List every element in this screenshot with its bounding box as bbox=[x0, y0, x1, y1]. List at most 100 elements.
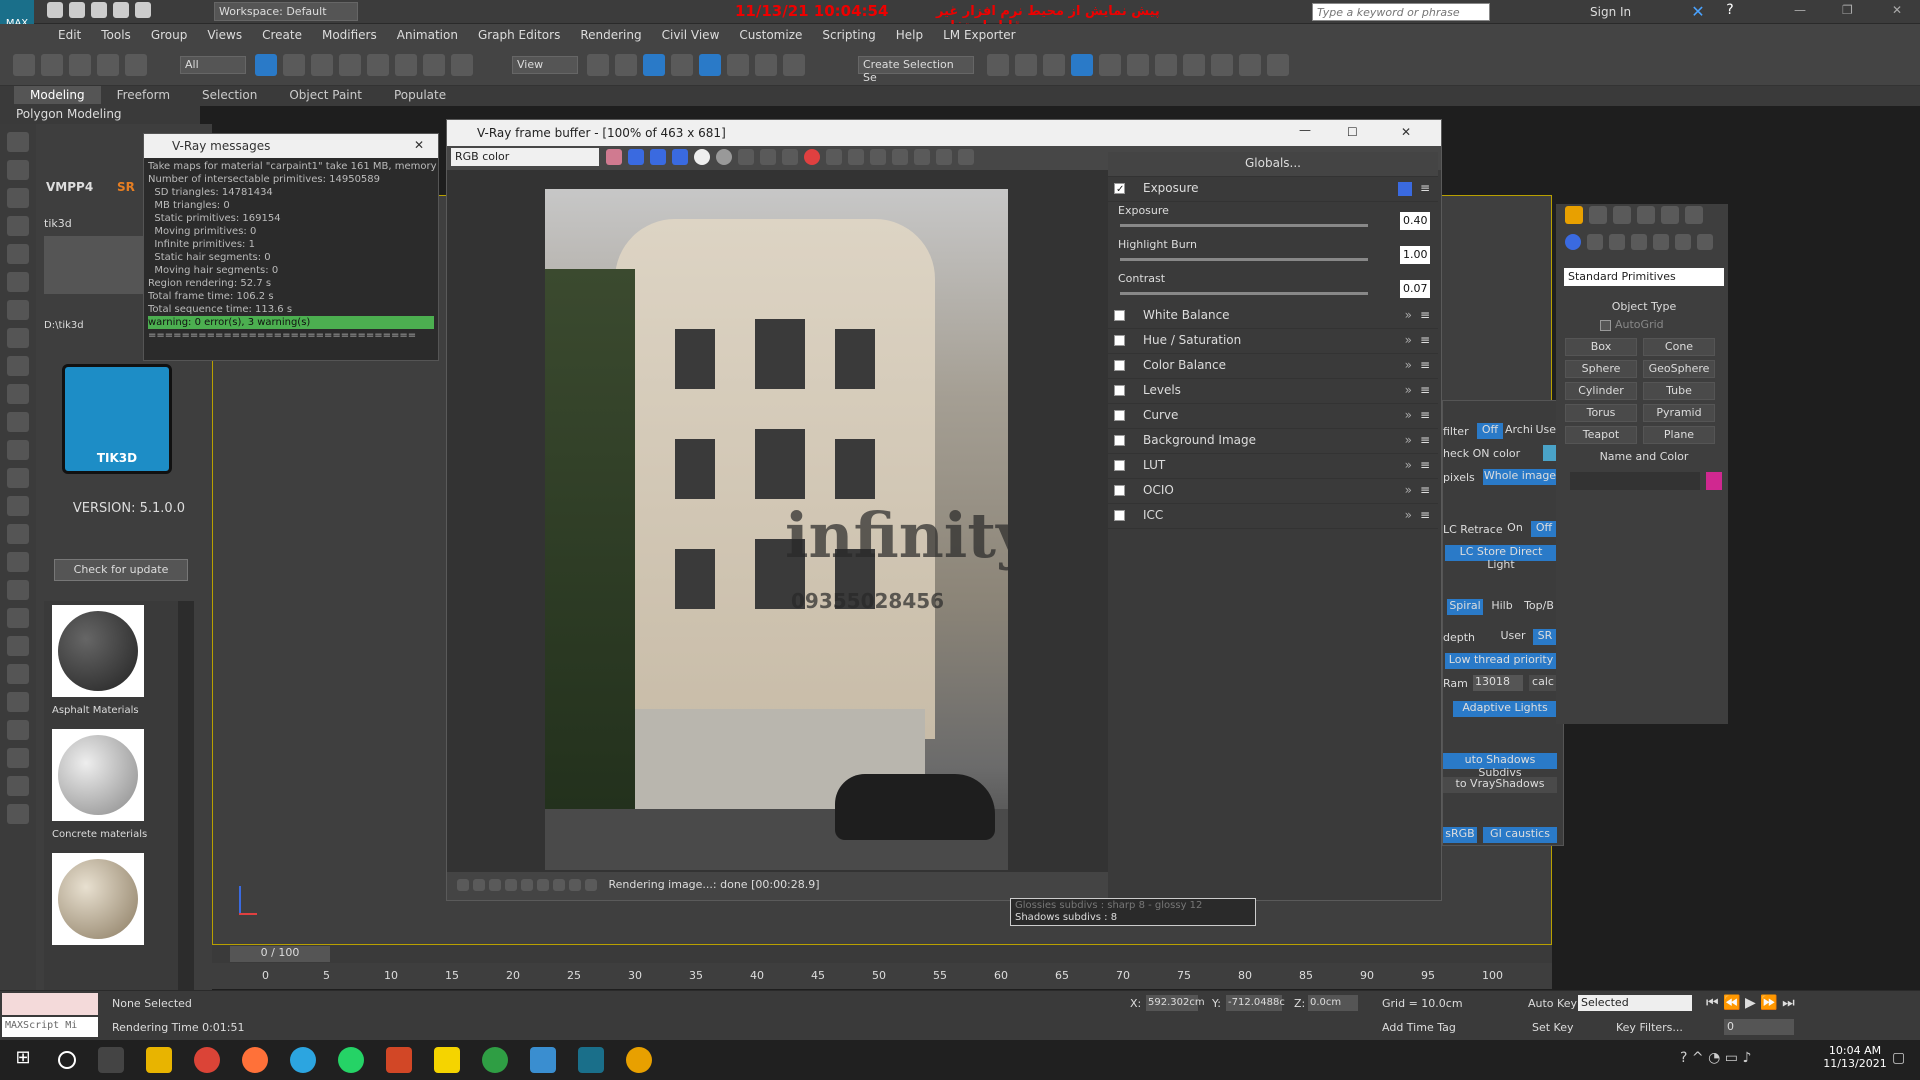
redo-icon[interactable] bbox=[41, 54, 63, 76]
help-icon[interactable]: ? bbox=[1720, 2, 1740, 22]
tool-icon[interactable] bbox=[7, 552, 29, 572]
cone-button[interactable]: Cone bbox=[1643, 338, 1715, 356]
layer-checkbox[interactable] bbox=[1114, 485, 1125, 496]
menu-icon[interactable]: ≡ bbox=[1420, 408, 1430, 422]
chevron-up-icon[interactable]: ^ bbox=[1692, 1050, 1704, 1066]
notifications-icon[interactable]: ▢ bbox=[1892, 1050, 1905, 1066]
undo-icon[interactable] bbox=[113, 2, 129, 18]
systems-icon[interactable] bbox=[1697, 234, 1713, 250]
hierarchy-tab-icon[interactable] bbox=[1613, 206, 1631, 224]
maxscript-listener[interactable] bbox=[2, 993, 98, 1015]
save-image-icon[interactable] bbox=[737, 149, 754, 165]
lights-icon[interactable] bbox=[1609, 234, 1625, 250]
expand-icon[interactable]: » bbox=[1405, 358, 1412, 372]
pixel-info-icon[interactable] bbox=[553, 879, 565, 891]
duplicate-icon[interactable] bbox=[825, 149, 842, 165]
lut-icon[interactable] bbox=[505, 879, 517, 891]
close-icon[interactable]: ✕ bbox=[1892, 3, 1902, 17]
file-explorer-icon[interactable] bbox=[146, 1047, 172, 1073]
link-icon[interactable] bbox=[69, 54, 91, 76]
clear-image-icon[interactable] bbox=[781, 149, 798, 165]
rect-selection-icon[interactable] bbox=[311, 54, 333, 76]
mono-icon[interactable] bbox=[715, 149, 732, 165]
histogram-icon[interactable] bbox=[521, 879, 533, 891]
check-update-button[interactable]: Check for update bbox=[54, 559, 188, 581]
vfb-title-bar[interactable]: V-Ray frame buffer - [100% of 463 x 681] bbox=[447, 120, 1441, 146]
layer-row[interactable]: LUT » ≡ bbox=[1108, 454, 1438, 479]
layer-checkbox[interactable] bbox=[1114, 360, 1125, 371]
box-button[interactable]: Box bbox=[1565, 338, 1637, 356]
tool-icon[interactable] bbox=[7, 160, 29, 180]
z-coord-field[interactable]: 0.0cm bbox=[1308, 995, 1358, 1011]
angle-snap-icon[interactable] bbox=[699, 54, 721, 76]
layer-row[interactable]: Color Balance » ≡ bbox=[1108, 354, 1438, 379]
key-filters-button[interactable]: Key Filters... bbox=[1616, 1021, 1683, 1034]
lc-retrace-on-button[interactable]: On bbox=[1503, 521, 1527, 537]
exposure-track[interactable] bbox=[1120, 224, 1368, 227]
tool-icon[interactable] bbox=[7, 412, 29, 432]
menu-item-animation[interactable]: Animation bbox=[387, 24, 468, 46]
channel-dropdown[interactable]: RGB color bbox=[451, 148, 599, 166]
rendered-frame-window-icon[interactable] bbox=[1211, 54, 1233, 76]
play-icon[interactable]: ▶ bbox=[1745, 995, 1756, 1011]
cameras-icon[interactable] bbox=[1631, 234, 1647, 250]
minimize-icon[interactable]: — bbox=[1794, 3, 1806, 17]
depth-sr-button[interactable]: SR bbox=[1533, 629, 1557, 645]
current-frame-field[interactable]: 0 bbox=[1724, 1019, 1794, 1035]
windows-start-icon[interactable]: ⊞ bbox=[10, 1047, 36, 1073]
layer-checkbox[interactable] bbox=[1114, 385, 1125, 396]
chrome-icon[interactable] bbox=[194, 1047, 220, 1073]
expand-icon[interactable]: » bbox=[1405, 458, 1412, 472]
exposure-checkbox[interactable] bbox=[1114, 183, 1125, 194]
menu-icon[interactable]: ≡ bbox=[1420, 308, 1430, 322]
history-icon[interactable] bbox=[457, 879, 469, 891]
menu-item-help[interactable]: Help bbox=[886, 24, 933, 46]
y-coord-field[interactable]: -712.0488c bbox=[1226, 995, 1285, 1011]
menu-item-create[interactable]: Create bbox=[252, 24, 312, 46]
set-key-button[interactable]: Set Key bbox=[1532, 1021, 1574, 1034]
calc-button[interactable]: calc bbox=[1529, 675, 1557, 691]
tool-icon[interactable] bbox=[7, 692, 29, 712]
add-time-tag-button[interactable]: Add Time Tag bbox=[1382, 1021, 1456, 1034]
motion-tab-icon[interactable] bbox=[1637, 206, 1655, 224]
render-setup-icon[interactable] bbox=[1183, 54, 1205, 76]
ie-icon[interactable] bbox=[482, 1047, 508, 1073]
low-thread-priority-button[interactable]: Low thread priority bbox=[1445, 653, 1557, 669]
tool-icon[interactable] bbox=[7, 132, 29, 152]
highlight-burn-value[interactable]: 1.00 bbox=[1400, 246, 1430, 264]
spinner-snap-icon[interactable] bbox=[755, 54, 777, 76]
material-editor-icon[interactable] bbox=[1155, 54, 1177, 76]
layer-checkbox[interactable] bbox=[1114, 435, 1125, 446]
battery-icon[interactable]: ▭ bbox=[1725, 1050, 1738, 1066]
tool-icon[interactable] bbox=[7, 776, 29, 796]
autogrid-checkbox[interactable]: AutoGrid bbox=[1600, 318, 1664, 331]
sr-label[interactable]: SR bbox=[117, 180, 135, 194]
volume-icon[interactable]: ♪ bbox=[1742, 1050, 1751, 1066]
modify-tab-icon[interactable] bbox=[1589, 206, 1607, 224]
render-production-icon[interactable] bbox=[1239, 54, 1261, 76]
spiral-button[interactable]: Spiral bbox=[1447, 599, 1483, 615]
gi-caustics-button[interactable]: GI caustics bbox=[1483, 827, 1557, 843]
vfb-minimize-icon[interactable]: — bbox=[1299, 123, 1311, 137]
cylinder-button[interactable]: Cylinder bbox=[1565, 382, 1637, 400]
menu-item-rendering[interactable]: Rendering bbox=[570, 24, 651, 46]
object-color-swatch[interactable] bbox=[1706, 472, 1722, 490]
hilb-button[interactable]: Hilb bbox=[1489, 599, 1515, 615]
tool-icon[interactable] bbox=[7, 468, 29, 488]
tik-tool-grid[interactable] bbox=[44, 236, 152, 294]
menu-icon[interactable]: ≡ bbox=[1420, 333, 1430, 347]
render-last-icon[interactable] bbox=[935, 149, 952, 165]
topb-button[interactable]: Top/B bbox=[1521, 599, 1557, 615]
close-x-icon[interactable]: ✕ bbox=[1688, 2, 1708, 22]
color-picker-icon[interactable] bbox=[605, 149, 622, 165]
search-taskbar-icon[interactable] bbox=[58, 1051, 76, 1069]
torus-button[interactable]: Torus bbox=[1565, 404, 1637, 422]
flip-icon[interactable] bbox=[585, 879, 597, 891]
tab-modeling[interactable]: Modeling bbox=[14, 86, 101, 104]
place-icon[interactable] bbox=[451, 54, 473, 76]
time-slider-thumb[interactable]: 0 / 100 bbox=[230, 946, 330, 962]
previous-frame-icon[interactable]: ⏪ bbox=[1723, 995, 1740, 1011]
auto-shadows-subdivs-button[interactable]: uto Shadows Subdivs bbox=[1443, 753, 1557, 779]
menu-icon[interactable]: ≡ bbox=[1420, 508, 1430, 522]
highlight-burn-track[interactable] bbox=[1120, 258, 1368, 261]
